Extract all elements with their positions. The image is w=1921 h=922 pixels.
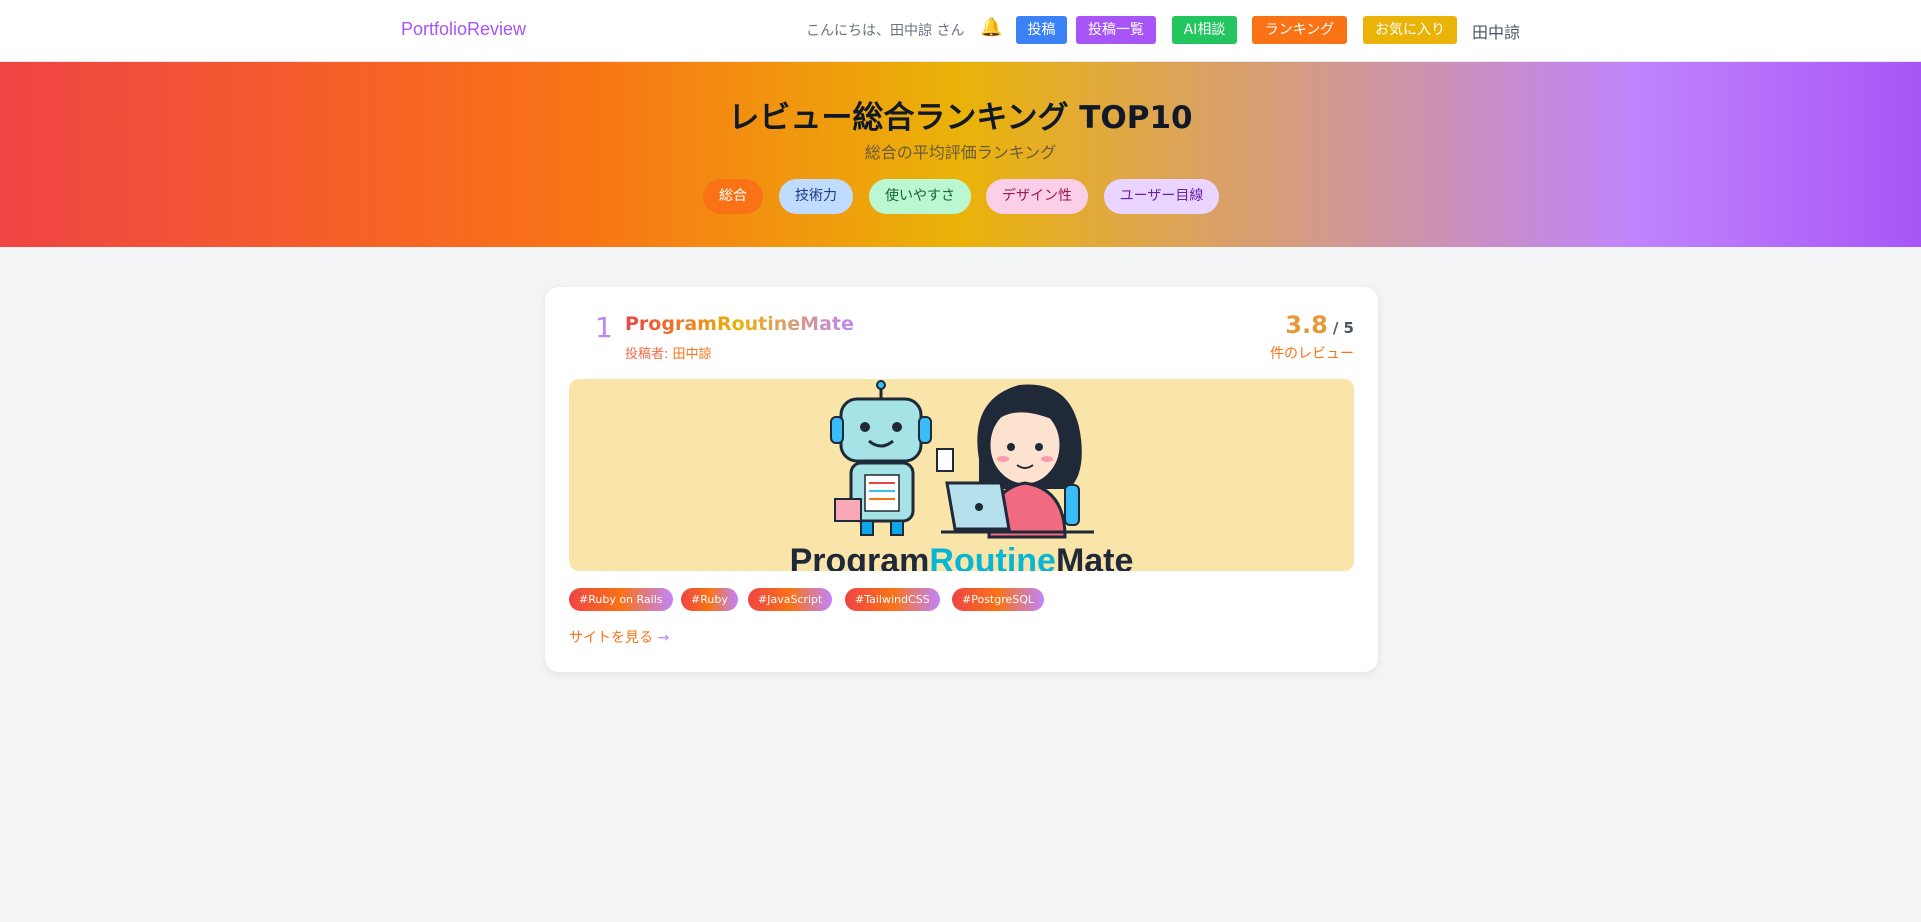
review-count-label: 件のレビュー [1270,346,1354,362]
girl-illustration [941,384,1094,539]
nav-ai-consult-button[interactable]: AI相談 [1172,16,1237,44]
top-navbar: PortfolioReview こんにちは、田中諒 さん 🔔 投稿 投稿一覧 A… [0,0,1921,62]
nav-favorites-button[interactable]: お気に入り [1363,16,1457,44]
page-title: レビュー総合ランキング TOP10 [728,100,1193,136]
ranking-card: 1 ProgramRoutineMate 投稿者: 田中諒 3.8 / 5 件の… [545,287,1378,672]
tech-tag[interactable]: #JavaScript [748,588,833,611]
tab-user-perspective[interactable]: ユーザー目線 [1104,179,1219,214]
page-subtitle: 総合の平均評価ランキング [864,143,1057,162]
portfolio-title[interactable]: ProgramRoutineMate [625,313,854,335]
robot-icon [830,380,954,536]
author-name[interactable]: 田中諒 [673,347,712,362]
author-label: 投稿者: [625,347,673,362]
portfolio-banner-image[interactable]: ProgramRoutineMate [569,379,1354,571]
tech-tag[interactable]: #PostgreSQL [952,588,1045,611]
user-name-link[interactable]: 田中諒 [1472,19,1520,43]
score-display: 3.8 / 5 [1285,311,1354,339]
tech-tag[interactable]: #TailwindCSS [845,588,940,611]
tech-tag[interactable]: #Ruby on Rails [569,588,673,611]
tab-usability[interactable]: 使いやすさ [869,179,971,214]
greeting-text: こんにちは、田中諒 さん [806,23,965,39]
view-site-link[interactable]: サイトを見る → [569,627,669,647]
score-value: 3.8 [1285,311,1328,339]
tech-tag[interactable]: #Ruby [681,588,738,611]
nav-ranking-button[interactable]: ランキング [1252,16,1347,44]
banner-text-program: Program [789,542,930,571]
rank-number: 1 [595,311,613,344]
bell-icon[interactable]: 🔔 [980,17,1002,38]
ranking-hero: レビュー総合ランキング TOP10 総合の平均評価ランキング 総合 技術力 使い… [0,62,1921,247]
tab-technical[interactable]: 技術力 [779,179,853,214]
tab-design[interactable]: デザイン性 [986,179,1088,214]
nav-post-list-button[interactable]: 投稿一覧 [1076,16,1156,44]
nav-post-button[interactable]: 投稿 [1016,16,1067,44]
view-site-label: サイトを見る [569,630,653,646]
banner-text-mate: Mate [1055,542,1134,571]
arrow-right-icon: → [657,630,670,646]
score-max: / 5 [1332,319,1354,337]
tab-total[interactable]: 総合 [703,179,763,214]
author-line: 投稿者: 田中諒 [625,343,712,362]
banner-title-text: ProgramRoutineMate [569,542,1354,571]
site-logo[interactable]: PortfolioReview [401,19,526,40]
banner-text-routine: Routine [929,542,1056,571]
